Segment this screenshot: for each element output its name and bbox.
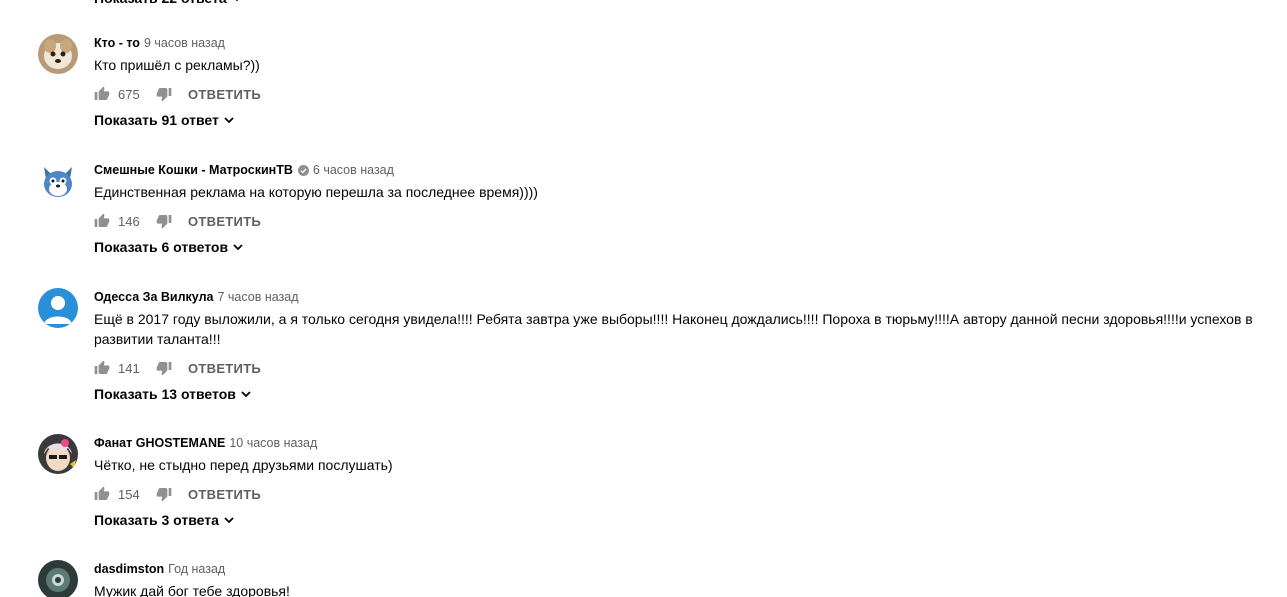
- dark-avatar-icon: [38, 560, 78, 597]
- avatar[interactable]: [38, 288, 78, 328]
- comment-timestamp[interactable]: Год назад: [168, 560, 225, 578]
- thumbs-down-icon: [156, 215, 172, 229]
- default-user-avatar-icon: [38, 288, 78, 328]
- comment-author[interactable]: Одесса За Вилкула: [94, 288, 213, 306]
- verified-check-icon: [297, 164, 309, 176]
- avatar[interactable]: [38, 434, 78, 474]
- dislike-button[interactable]: [156, 213, 172, 229]
- show-replies-label: Показать 91 ответ: [94, 112, 219, 128]
- thumbs-up-icon: [94, 360, 110, 374]
- like-button[interactable]: [94, 213, 110, 229]
- like-button[interactable]: [94, 486, 110, 502]
- show-replies-label: Показать 13 ответов: [94, 386, 236, 402]
- reply-button[interactable]: ОТВЕТИТЬ: [188, 487, 261, 502]
- dog-avatar-icon: [38, 34, 78, 74]
- chevron-down-icon: [241, 391, 251, 398]
- show-replies-button[interactable]: Показать 13 ответов: [94, 384, 252, 404]
- comment-actions: 146 ОТВЕТИТЬ: [94, 209, 1277, 233]
- reply-button[interactable]: ОТВЕТИТЬ: [188, 361, 261, 376]
- comment-text: Ещё в 2017 году выложили, а я только сег…: [94, 311, 1253, 347]
- show-replies-button[interactable]: Показать 3 ответа: [94, 510, 235, 530]
- comment-author[interactable]: Смешные Кошки - МатроскинТВ: [94, 161, 293, 179]
- comments-section: Показать 22 ответа Кто - то 9 часов наза…: [0, 0, 1287, 597]
- chevron-down-icon: [235, 0, 238, 2]
- like-button[interactable]: [94, 86, 110, 102]
- thumbs-up-icon: [94, 213, 110, 227]
- anime-avatar-icon: [38, 434, 78, 474]
- reply-button[interactable]: ОТВЕТИТЬ: [188, 87, 261, 102]
- show-replies-button[interactable]: Показать 91 ответ: [94, 110, 235, 130]
- like-count: 146: [118, 213, 140, 229]
- comment-actions: 675 ОТВЕТИТЬ: [94, 82, 1277, 106]
- chevron-down-icon: [233, 244, 243, 251]
- comment-actions: 154 ОТВЕТИТЬ: [94, 482, 1277, 506]
- show-replies-label: Показать 3 ответа: [94, 512, 219, 528]
- dislike-button[interactable]: [156, 486, 172, 502]
- comment-timestamp[interactable]: 9 часов назад: [144, 34, 225, 52]
- like-count: 675: [118, 86, 140, 102]
- comment-author[interactable]: Кто - то: [94, 34, 140, 52]
- comment-text: Единственная реклама на которую перешла …: [94, 184, 538, 200]
- show-replies-button[interactable]: Показать 6 ответов: [94, 237, 244, 257]
- show-replies-label: Показать 22 ответа: [94, 0, 227, 8]
- comment-text: Мужик дай бог тебе здоровья!: [94, 583, 290, 597]
- cartoon-cat-avatar-icon: [38, 161, 78, 201]
- like-count: 141: [118, 360, 140, 376]
- thumbs-down-icon: [156, 488, 172, 502]
- show-replies-button-partial[interactable]: Показать 22 ответа: [94, 0, 243, 8]
- comment-timestamp[interactable]: 10 часов назад: [229, 434, 317, 452]
- chevron-down-icon: [224, 117, 234, 124]
- like-count: 154: [118, 486, 140, 502]
- thumbs-up-icon: [94, 86, 110, 100]
- avatar[interactable]: [38, 34, 78, 74]
- comment-author[interactable]: Фанат GHOSTEMANE: [94, 434, 225, 452]
- thumbs-down-icon: [156, 88, 172, 102]
- comment-timestamp[interactable]: 7 часов назад: [217, 288, 298, 306]
- dislike-button[interactable]: [156, 360, 172, 376]
- comment-timestamp[interactable]: 6 часов назад: [313, 161, 394, 179]
- comment-actions: 141 ОТВЕТИТЬ: [94, 356, 1277, 380]
- thumbs-up-icon: [94, 486, 110, 500]
- comment-text: Кто пришёл с рекламы?)): [94, 57, 260, 73]
- avatar[interactable]: [38, 161, 78, 201]
- comment-text: Чётко, не стыдно перед друзьями послушат…: [94, 457, 393, 473]
- thumbs-down-icon: [156, 362, 172, 376]
- dislike-button[interactable]: [156, 86, 172, 102]
- comment-author[interactable]: dasdimston: [94, 560, 164, 578]
- reply-button[interactable]: ОТВЕТИТЬ: [188, 214, 261, 229]
- chevron-down-icon: [224, 517, 234, 524]
- avatar[interactable]: [38, 560, 78, 597]
- show-replies-label: Показать 6 ответов: [94, 239, 229, 255]
- like-button[interactable]: [94, 360, 110, 376]
